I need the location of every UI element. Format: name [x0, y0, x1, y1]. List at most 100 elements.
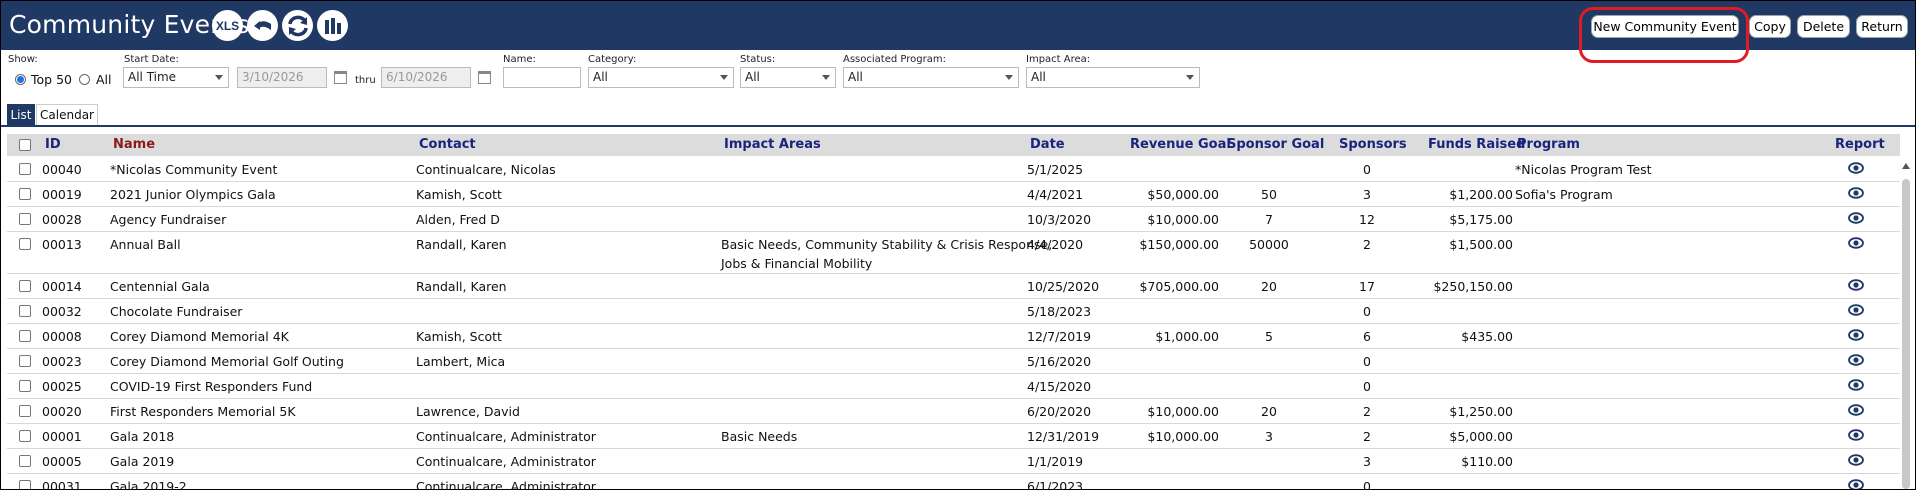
return-button[interactable]: Return: [1856, 15, 1908, 38]
status-select[interactable]: All: [740, 67, 836, 88]
tab-list[interactable]: List: [7, 104, 35, 125]
undo-icon[interactable]: [247, 10, 278, 41]
cell-name[interactable]: COVID-19 First Responders Fund: [110, 377, 312, 396]
report-eye-icon[interactable]: [1848, 237, 1864, 249]
row-checkbox[interactable]: [19, 480, 31, 489]
select-all-checkbox[interactable]: [19, 139, 31, 151]
col-date[interactable]: Date: [1030, 137, 1065, 152]
scrollbar-thumb[interactable]: [1902, 179, 1910, 489]
col-impact-areas[interactable]: Impact Areas: [724, 137, 821, 152]
from-date-input[interactable]: 3/10/2026: [237, 67, 327, 88]
report-eye-icon[interactable]: [1848, 479, 1864, 489]
col-report[interactable]: Report: [1835, 137, 1885, 152]
cell-contact: Randall, Karen: [416, 237, 507, 252]
table-row[interactable]: 00001 Gala 2018 Continualcare, Administrat…: [7, 424, 1900, 449]
table-row[interactable]: 00013 Annual Ball Randall, Karen 4/4/2020 $1…: [7, 232, 1900, 274]
col-sponsor-goal[interactable]: Sponsor Goal: [1227, 137, 1324, 152]
associated-program-select[interactable]: All: [843, 67, 1019, 88]
cell-name[interactable]: 2021 Junior Olympics Gala: [110, 185, 276, 204]
cell-name[interactable]: Gala 2019: [110, 452, 174, 471]
cell-name[interactable]: Agency Fundraiser: [110, 210, 226, 229]
cell-date: 10/3/2020: [1027, 212, 1092, 227]
name-label: Name:: [503, 54, 536, 65]
cell-id: 00032: [42, 304, 82, 319]
cell-name[interactable]: Centennial Gala: [110, 277, 210, 296]
col-id[interactable]: ID: [45, 137, 61, 152]
to-date-input[interactable]: 6/10/2026: [381, 67, 471, 88]
report-eye-icon[interactable]: [1848, 187, 1864, 199]
top50-radio[interactable]: [15, 74, 26, 85]
impact-area-select[interactable]: All: [1026, 67, 1200, 88]
scroll-up-icon[interactable]: [1902, 163, 1910, 169]
associated-program-label: Associated Program:: [843, 54, 946, 65]
table-row[interactable]: 00028 Agency Fundraiser Alden, Fred D 10/3/…: [7, 207, 1900, 232]
calendar-icon[interactable]: [334, 71, 347, 84]
copy-button[interactable]: Copy: [1749, 15, 1791, 38]
row-checkbox[interactable]: [19, 305, 31, 317]
cell-contact: Continualcare, Administrator: [416, 429, 596, 444]
table-row[interactable]: 00020 First Responders Memorial 5K Lawrenc…: [7, 399, 1900, 424]
row-checkbox[interactable]: [19, 455, 31, 467]
report-eye-icon[interactable]: [1848, 379, 1864, 391]
report-eye-icon[interactable]: [1848, 404, 1864, 416]
report-eye-icon[interactable]: [1848, 429, 1864, 441]
row-checkbox[interactable]: [19, 213, 31, 225]
report-eye-icon[interactable]: [1848, 304, 1864, 316]
row-checkbox[interactable]: [19, 355, 31, 367]
row-checkbox[interactable]: [19, 405, 31, 417]
report-eye-icon[interactable]: [1848, 162, 1864, 174]
col-revenue-goal[interactable]: Revenue Goal: [1130, 137, 1231, 152]
table-row[interactable]: 00040 *Nicolas Community Event Continualca…: [7, 157, 1900, 182]
cell-revenue: $150,000.00: [1139, 237, 1219, 252]
table-row[interactable]: 00031 Gala 2019-2 Continualcare, Administr…: [7, 474, 1900, 489]
refresh-icon[interactable]: [282, 10, 313, 41]
report-eye-icon[interactable]: [1848, 454, 1864, 466]
cell-name[interactable]: Chocolate Fundraiser: [110, 302, 242, 321]
delete-button[interactable]: Delete: [1797, 15, 1850, 38]
cell-sgoal: 20: [1261, 404, 1277, 419]
table-row[interactable]: 00019 2021 Junior Olympics Gala Kamish, Sc…: [7, 182, 1900, 207]
category-select[interactable]: All: [588, 67, 734, 88]
impact-line-1: Basic Needs: [721, 429, 798, 444]
row-checkbox[interactable]: [19, 380, 31, 392]
cell-name[interactable]: Annual Ball: [110, 235, 181, 254]
col-sponsors[interactable]: Sponsors: [1339, 137, 1407, 152]
table-row[interactable]: 00014 Centennial Gala Randall, Karen 10/25/…: [7, 274, 1900, 299]
vertical-scrollbar[interactable]: [1900, 161, 1912, 489]
table-row[interactable]: 00025 COVID-19 First Responders Fund 4/15/…: [7, 374, 1900, 399]
col-program[interactable]: Program: [1517, 137, 1580, 152]
table-row[interactable]: 00023 Corey Diamond Memorial Golf Outing L…: [7, 349, 1900, 374]
cell-name[interactable]: Gala 2018: [110, 427, 174, 446]
row-checkbox[interactable]: [19, 280, 31, 292]
name-input[interactable]: [503, 67, 581, 88]
report-eye-icon[interactable]: [1848, 329, 1864, 341]
start-date-select[interactable]: All Time: [123, 67, 229, 88]
col-contact[interactable]: Contact: [419, 137, 476, 152]
report-eye-icon[interactable]: [1848, 279, 1864, 291]
row-checkbox[interactable]: [19, 430, 31, 442]
col-funds-raised[interactable]: Funds Raised: [1428, 137, 1525, 152]
table-row[interactable]: 00032 Chocolate Fundraiser 5/18/2023 0: [7, 299, 1900, 324]
cell-funds: $5,000.00: [1449, 429, 1513, 444]
report-eye-icon[interactable]: [1848, 354, 1864, 366]
cell-name[interactable]: *Nicolas Community Event: [110, 160, 277, 179]
row-checkbox[interactable]: [19, 330, 31, 342]
all-radio[interactable]: [79, 74, 90, 85]
row-checkbox[interactable]: [19, 163, 31, 175]
calendar-icon[interactable]: [478, 71, 491, 84]
cell-name[interactable]: Corey Diamond Memorial 4K: [110, 327, 289, 346]
row-checkbox[interactable]: [19, 238, 31, 250]
row-checkbox[interactable]: [19, 188, 31, 200]
table-row[interactable]: 00008 Corey Diamond Memorial 4K Kamish, Sc…: [7, 324, 1900, 349]
cell-name[interactable]: First Responders Memorial 5K: [110, 402, 296, 421]
cell-date: 5/1/2025: [1027, 162, 1084, 177]
tab-calendar[interactable]: Calendar: [36, 104, 98, 125]
table-row[interactable]: 00005 Gala 2019 Continualcare, Administrat…: [7, 449, 1900, 474]
cell-sponsors: 0: [1363, 354, 1371, 369]
cell-name[interactable]: Gala 2019-2: [110, 477, 187, 489]
col-name[interactable]: Name: [113, 137, 155, 152]
report-eye-icon[interactable]: [1848, 212, 1864, 224]
chart-icon[interactable]: [317, 10, 348, 41]
cell-name[interactable]: Corey Diamond Memorial Golf Outing: [110, 352, 344, 371]
xls-icon[interactable]: XLS: [212, 10, 243, 41]
